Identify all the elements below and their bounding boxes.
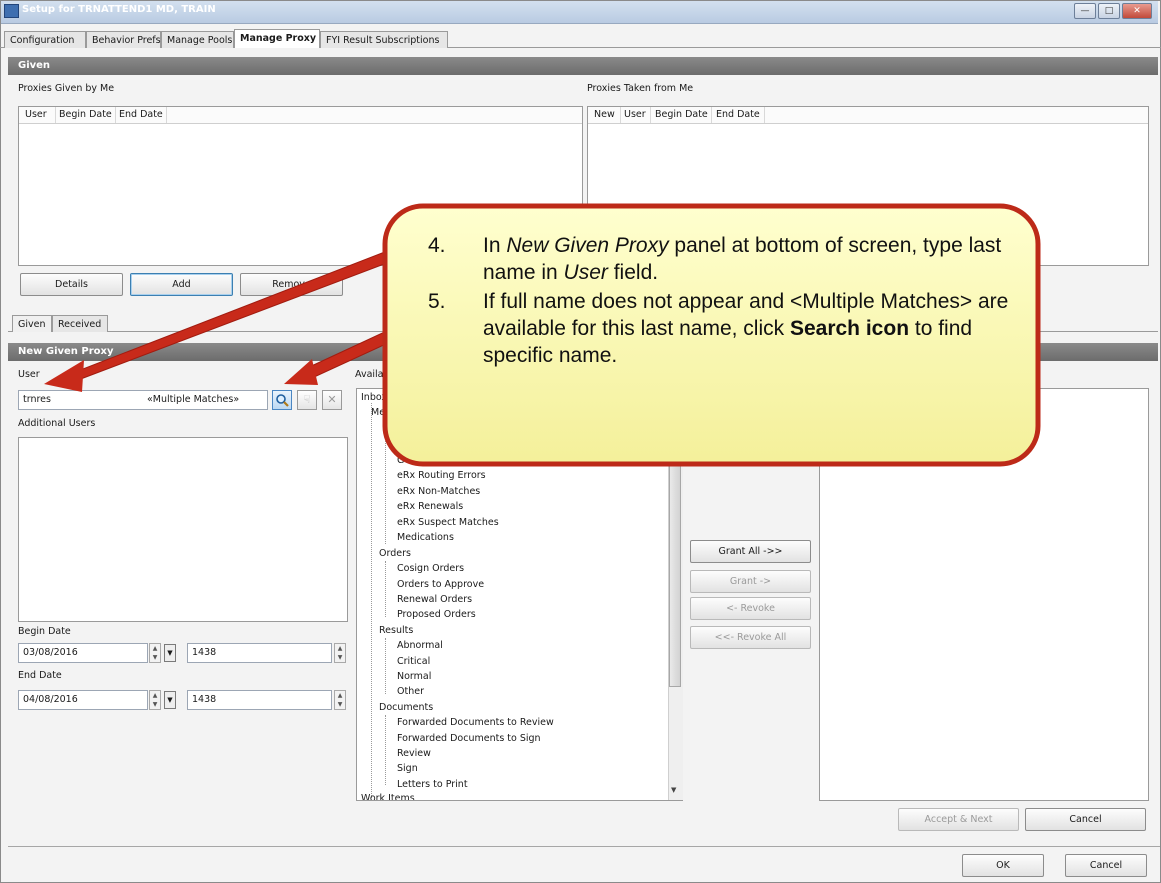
callout-step-4: 4. In New Given Proxy panel at bottom of…: [428, 232, 1028, 286]
step-5-bold: Search icon: [789, 317, 910, 340]
step-4-text-a: In: [483, 234, 507, 257]
step-5-number: 5.: [428, 290, 446, 313]
step-4-emphasis: New Given Proxy: [506, 234, 669, 257]
callout-overlay: [44, 203, 1041, 467]
callout-text: 4. In New Given Proxy panel at bottom of…: [428, 232, 1028, 369]
callout-step-5: 5. If full name does not appear and <Mul…: [428, 288, 1028, 369]
step-4-emphasis-user: User: [563, 261, 608, 284]
callout-arrow-2-head: [284, 359, 318, 385]
step-4-text-c: field.: [607, 261, 659, 284]
callout-arrow-1-head: [44, 360, 84, 392]
step-4-number: 4.: [428, 234, 446, 257]
